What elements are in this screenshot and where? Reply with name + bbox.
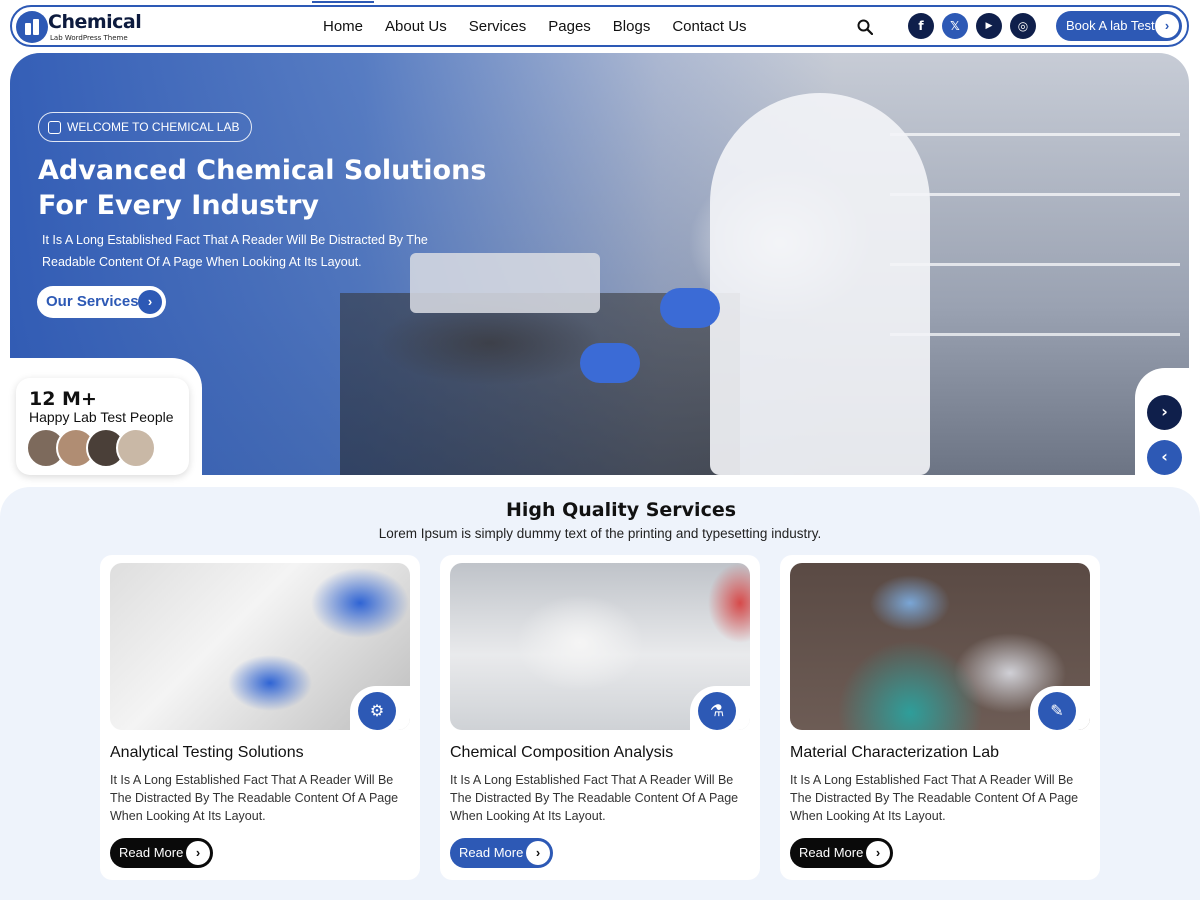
slider-next-button[interactable]: › (1147, 395, 1182, 430)
stat-label: Happy Lab Test People (29, 409, 174, 425)
avatar-group (26, 428, 176, 468)
book-lab-test-button[interactable]: Book A lab Test › (1056, 11, 1182, 41)
read-more-button[interactable]: Read More › (450, 838, 553, 868)
icon-badge: ⚙ (350, 686, 410, 730)
hero-description: It Is A Long Established Fact That A Rea… (42, 233, 428, 269)
chevron-right-icon: › (1155, 14, 1179, 38)
chevron-right-icon: › (138, 290, 162, 314)
service-card: ⚗ Chemical Composition Analysis It Is A … (440, 555, 760, 880)
nav-pages[interactable]: Pages (537, 7, 602, 45)
nav-about-us[interactable]: About Us (374, 7, 458, 45)
chevron-right-icon: › (186, 841, 210, 865)
service-card: ✎ Material Characterization Lab It Is A … (780, 555, 1100, 880)
search-icon[interactable] (857, 19, 873, 35)
service-image: ⚙ (110, 563, 410, 730)
shelf (890, 193, 1180, 196)
glove (660, 288, 720, 328)
service-title: Chemical Composition Analysis (450, 744, 674, 761)
top-navbar: Chemical Lab WordPress Theme Home About … (10, 1, 1189, 47)
x-icon[interactable]: 𝕏 (942, 13, 968, 39)
read-more-label: Read More (459, 845, 524, 860)
shelf (890, 333, 1180, 336)
chevron-right-icon: › (866, 841, 890, 865)
logo-tagline: Lab WordPress Theme (50, 34, 128, 42)
happy-people-card: 12 M+ Happy Lab Test People (16, 378, 189, 475)
service-description: It Is A Long Established Fact That A Rea… (790, 773, 1079, 823)
section-subtitle: Lorem Ipsum is simply dummy text of the … (378, 526, 822, 541)
our-services-label: Our Services (46, 293, 139, 310)
avatar (116, 428, 156, 468)
facebook-icon[interactable]: f (908, 13, 934, 39)
service-image: ✎ (790, 563, 1090, 730)
nav-home[interactable]: Home (312, 1, 375, 47)
welcome-badge: WELCOME TO CHEMICAL LAB (38, 112, 253, 142)
pipette-icon: ✎ (1038, 692, 1076, 730)
scientist-figure (710, 93, 930, 475)
hero-title-line-2: For Every Industry (38, 190, 319, 221)
hero-title: Advanced Chemical Solutions For Every In… (38, 153, 498, 223)
services-section: High Quality Services Lorem Ipsum is sim… (0, 487, 1200, 900)
welcome-badge-text: WELCOME TO CHEMICAL LAB (67, 120, 240, 134)
logo[interactable]: Chemical Lab WordPress Theme (14, 9, 144, 45)
nav-blogs[interactable]: Blogs (602, 7, 662, 45)
logo-title: Chemical (48, 11, 142, 33)
our-services-button[interactable]: Our Services › (37, 286, 166, 318)
book-lab-test-label: Book A lab Test (1066, 18, 1155, 33)
read-more-label: Read More (119, 845, 184, 860)
service-description: It Is A Long Established Fact That A Rea… (110, 773, 399, 823)
instagram-icon[interactable]: ◎ (1010, 13, 1036, 39)
shelf (890, 263, 1180, 266)
service-image: ⚗ (450, 563, 750, 730)
glove (580, 343, 640, 383)
service-card: ⚙ Analytical Testing Solutions It Is A L… (100, 555, 420, 880)
chevron-right-icon: › (526, 841, 550, 865)
section-title: High Quality Services (505, 499, 737, 521)
logo-icon (16, 11, 48, 43)
main-menu: Home About Us Services Pages Blogs Conta… (312, 1, 758, 47)
service-title: Material Characterization Lab (790, 744, 999, 761)
nav-services[interactable]: Services (458, 7, 538, 45)
read-more-button[interactable]: Read More › (110, 838, 213, 868)
read-more-label: Read More (799, 845, 864, 860)
youtube-icon[interactable]: ▶ (976, 13, 1002, 39)
service-title: Analytical Testing Solutions (110, 744, 304, 761)
lab-icon (48, 121, 61, 134)
icon-badge: ⚗ (690, 686, 750, 730)
stat-number: 12 M+ (29, 388, 97, 410)
icon-badge: ✎ (1030, 686, 1090, 730)
shelf (890, 133, 1180, 136)
slider-prev-button[interactable]: ‹ (1147, 440, 1182, 475)
service-description: It Is A Long Established Fact That A Rea… (450, 773, 739, 823)
nav-contact-us[interactable]: Contact Us (661, 7, 757, 45)
read-more-button[interactable]: Read More › (790, 838, 893, 868)
microscope-gear-icon: ⚙ (358, 692, 396, 730)
hero-title-line-1: Advanced Chemical Solutions (38, 155, 487, 186)
flask-icon: ⚗ (698, 692, 736, 730)
